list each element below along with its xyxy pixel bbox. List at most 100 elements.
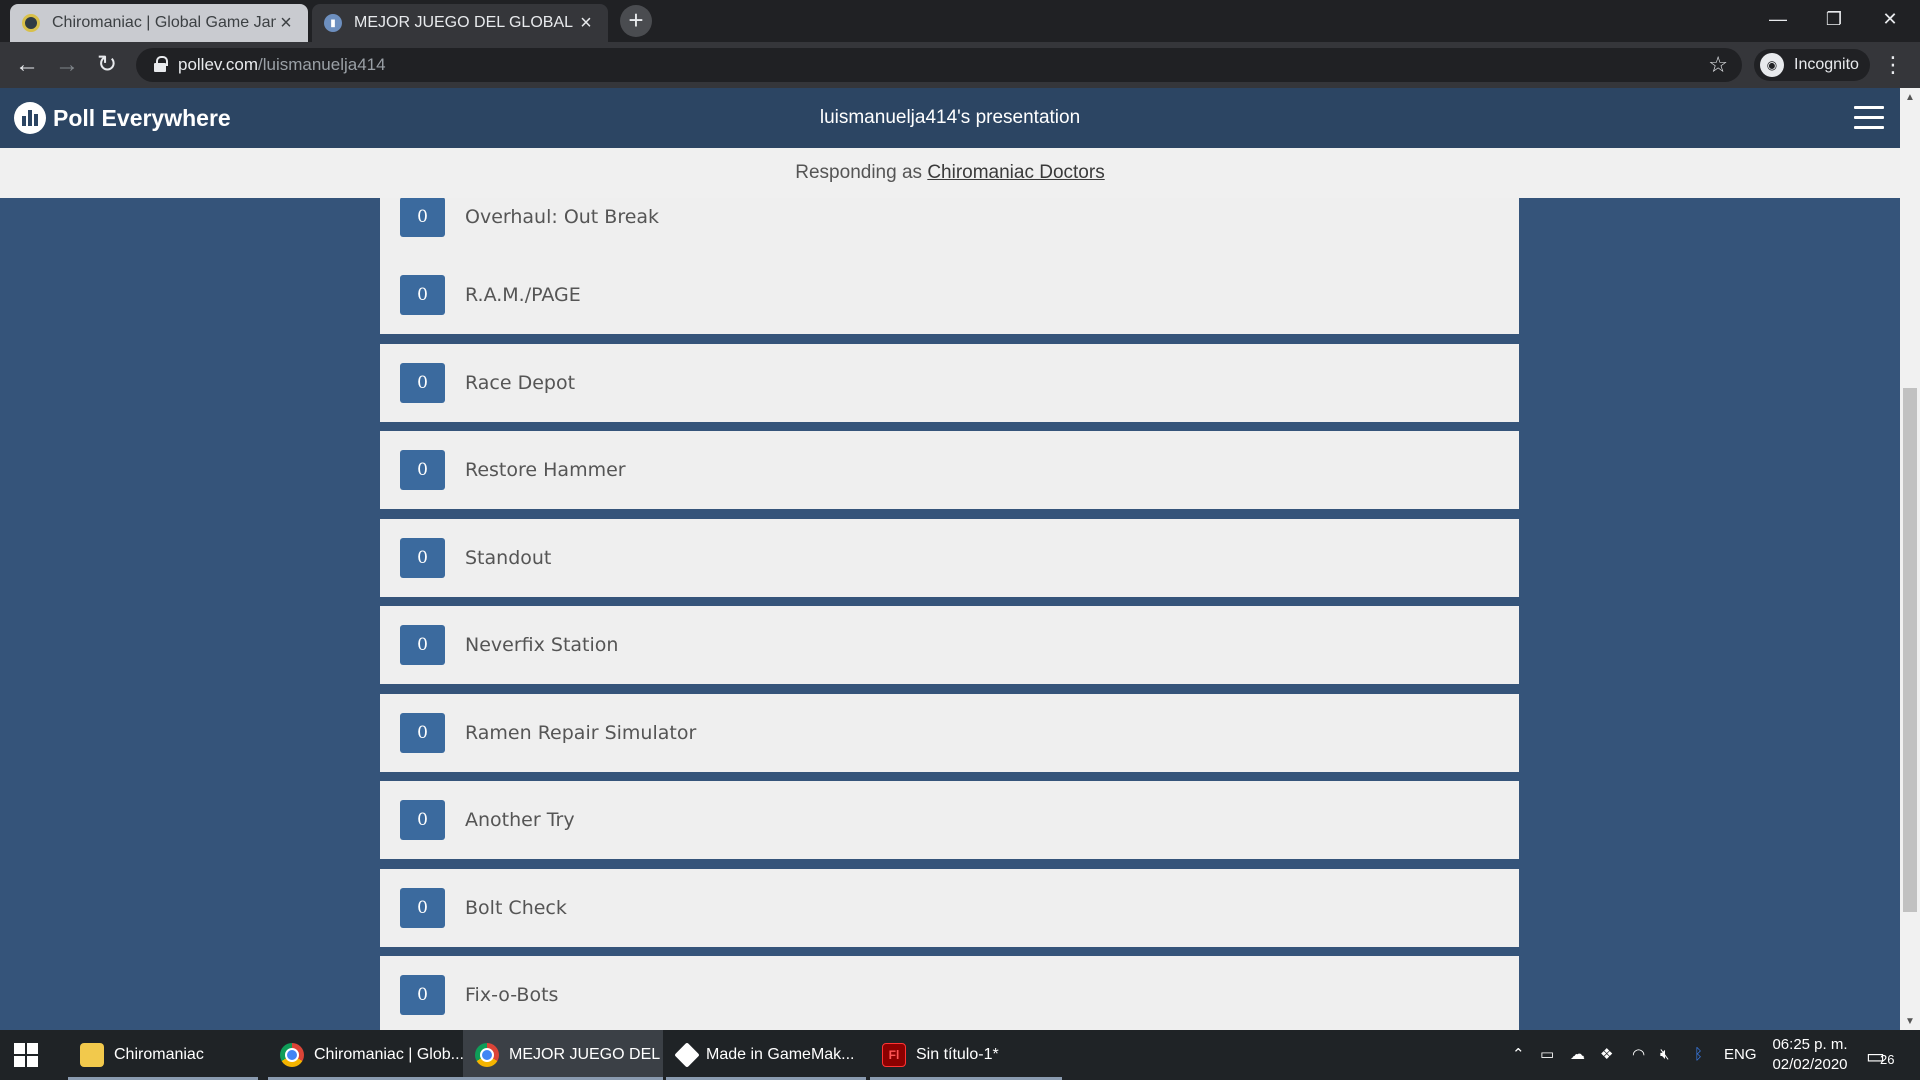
vote-count-badge: 0 [400,888,445,928]
dropbox-icon[interactable]: ❖ [1600,1030,1613,1080]
taskbar-item-label: Sin título-1* [916,1046,999,1063]
restore-window-icon[interactable]: ❐ [1806,0,1862,38]
new-tab-button[interactable]: + [620,5,652,37]
taskbar-item-explorer[interactable]: Chiromaniac [68,1030,258,1080]
back-arrow-icon[interactable]: ← [10,48,44,82]
option-label: Neverfix Station [465,634,619,656]
clock-date: 02/02/2020 [1772,1056,1848,1073]
vote-count-badge: 0 [400,198,445,237]
poll-option[interactable]: 0 Standout [380,519,1519,597]
poll-option[interactable]: 0 Restore Hammer [380,431,1519,509]
option-label: Bolt Check [465,897,567,919]
vote-count-badge: 0 [400,800,445,840]
incognito-profile-button[interactable]: ◉ Incognito [1754,49,1870,81]
url-host: pollev.com [178,55,258,74]
minimize-window-icon[interactable]: — [1750,0,1806,38]
scrollbar-thumb[interactable] [1903,388,1917,912]
windows-start-icon[interactable] [14,1043,38,1067]
poll-option[interactable]: 0 Ramen Repair Simulator [380,694,1519,772]
browser-tab-strip: Chiromaniac | Global Game Jam × ▮ MEJOR … [0,0,1920,42]
option-label: Another Try [465,809,575,831]
tab-title: MEJOR JUEGO DEL GLOBAL GAME JAM [354,14,576,31]
wifi-icon[interactable]: ◠ [1632,1030,1645,1080]
address-bar[interactable]: pollev.com/luismanuelja414 ☆ [136,48,1742,82]
responding-prefix: Responding as [795,162,928,183]
poll-option[interactable]: 0 Race Depot [380,344,1519,422]
system-clock[interactable]: 06:25 p. m. 02/02/2020 [1760,1035,1860,1075]
option-label: Race Depot [465,372,576,394]
vote-count-badge: 0 [400,363,445,403]
taskbar-item-flash[interactable]: Fl Sin título-1* [870,1030,1062,1080]
poll-everywhere-favicon-icon: ▮ [324,14,342,32]
poll-option[interactable]: 0 Overhaul: Out Break [380,198,1519,256]
lock-icon [154,56,168,72]
chrome-icon [475,1043,499,1067]
browser-menu-icon[interactable]: ⋮ [1882,48,1904,82]
brand-name: Poll Everywhere [53,104,231,131]
taskbar-item-label: Made in GameMak... [706,1046,855,1063]
browser-tab-pollev[interactable]: ▮ MEJOR JUEGO DEL GLOBAL GAME JAM × [312,4,608,42]
folder-icon [80,1043,104,1067]
incognito-icon: ◉ [1760,53,1784,77]
taskbar-item-chrome-1[interactable]: Chiromaniac | Glob... [268,1030,463,1080]
language-indicator[interactable]: ENG [1724,1030,1757,1080]
poll-option[interactable]: 0 Fix-o-Bots [380,956,1519,1030]
url-path: /luismanuelja414 [258,55,386,74]
hamburger-menu-icon[interactable] [1854,106,1884,130]
taskbar-item-label: Chiromaniac [114,1046,204,1063]
option-label: R.A.M./PAGE [465,284,581,306]
browser-toolbar: ← → ↻ pollev.com/luismanuelja414 ☆ ◉ Inc… [0,42,1920,88]
taskbar-item-gamemaker[interactable]: Made in GameMak... [666,1030,866,1080]
poll-option[interactable]: 0 Another Try [380,781,1519,859]
app-header: luismanuelja414's presentation Poll Ever… [0,88,1900,148]
clock-time: 06:25 p. m. [1772,1036,1848,1053]
browser-tab-chiromaniac[interactable]: Chiromaniac | Global Game Jam × [10,4,308,42]
url-text[interactable]: pollev.com/luismanuelja414 [178,55,386,75]
vote-count-badge: 0 [400,538,445,578]
windows-taskbar: Chiromaniac Chiromaniac | Glob... MEJOR … [0,1030,1920,1080]
volume-muted-icon[interactable]: 🔇︎ [1660,1030,1669,1080]
vote-count-badge: 0 [400,625,445,665]
poll-option[interactable]: 0 R.A.M./PAGE [380,256,1519,334]
flash-icon: Fl [882,1043,906,1067]
poll-everywhere-logo-icon [14,102,46,134]
bluetooth-icon[interactable]: ᛒ [1694,1030,1703,1080]
poll-option[interactable]: 0 Bolt Check [380,869,1519,947]
taskbar-item-chrome-2[interactable]: MEJOR JUEGO DEL ... [463,1030,663,1080]
bookmark-star-icon[interactable]: ☆ [1708,52,1728,78]
poll-option[interactable]: 0 Neverfix Station [380,606,1519,684]
taskbar-item-label: Chiromaniac | Glob... [314,1046,463,1063]
poll-options-list: 0 Overhaul: Out Break 0 R.A.M./PAGE 0 Ra… [0,198,1900,1030]
action-center-icon[interactable]: ▭ 26 [1866,1042,1900,1070]
gamemaker-icon [674,1042,700,1068]
vote-count-badge: 0 [400,450,445,490]
site-favicon-icon [22,14,40,32]
poll-everywhere-logo[interactable]: Poll Everywhere [14,102,231,134]
tab-title: Chiromaniac | Global Game Jam [52,14,276,31]
battery-icon[interactable]: ▭ [1540,1030,1554,1080]
option-label: Ramen Repair Simulator [465,722,697,744]
scroll-down-arrow-icon[interactable]: ▼ [1905,1016,1915,1027]
taskbar-item-label: MEJOR JUEGO DEL ... [509,1046,663,1063]
option-label: Fix-o-Bots [465,984,559,1006]
responding-name-link[interactable]: Chiromaniac Doctors [927,162,1104,183]
option-label: Overhaul: Out Break [465,206,660,228]
incognito-label: Incognito [1794,56,1859,73]
reload-icon[interactable]: ↻ [90,48,124,82]
presentation-title: luismanuelja414's presentation [819,107,1081,128]
scroll-up-arrow-icon[interactable]: ▲ [1905,92,1915,103]
chrome-icon [280,1043,304,1067]
vote-count-badge: 0 [400,275,445,315]
vote-count-badge: 0 [400,713,445,753]
close-window-icon[interactable]: ✕ [1862,0,1918,38]
show-hidden-icons-chevron-icon[interactable]: ⌃ [1512,1030,1525,1080]
cloud-icon[interactable]: ☁ [1570,1030,1585,1080]
option-label: Standout [465,547,552,569]
notification-count: 26 [1880,1052,1895,1067]
responding-as-bar: Responding as Chiromaniac Doctors [0,148,1900,198]
tab-close-icon[interactable]: × [276,12,296,35]
forward-arrow-icon[interactable]: → [50,48,84,82]
option-label: Restore Hammer [465,459,626,481]
vote-count-badge: 0 [400,975,445,1015]
tab-close-icon[interactable]: × [576,12,596,35]
